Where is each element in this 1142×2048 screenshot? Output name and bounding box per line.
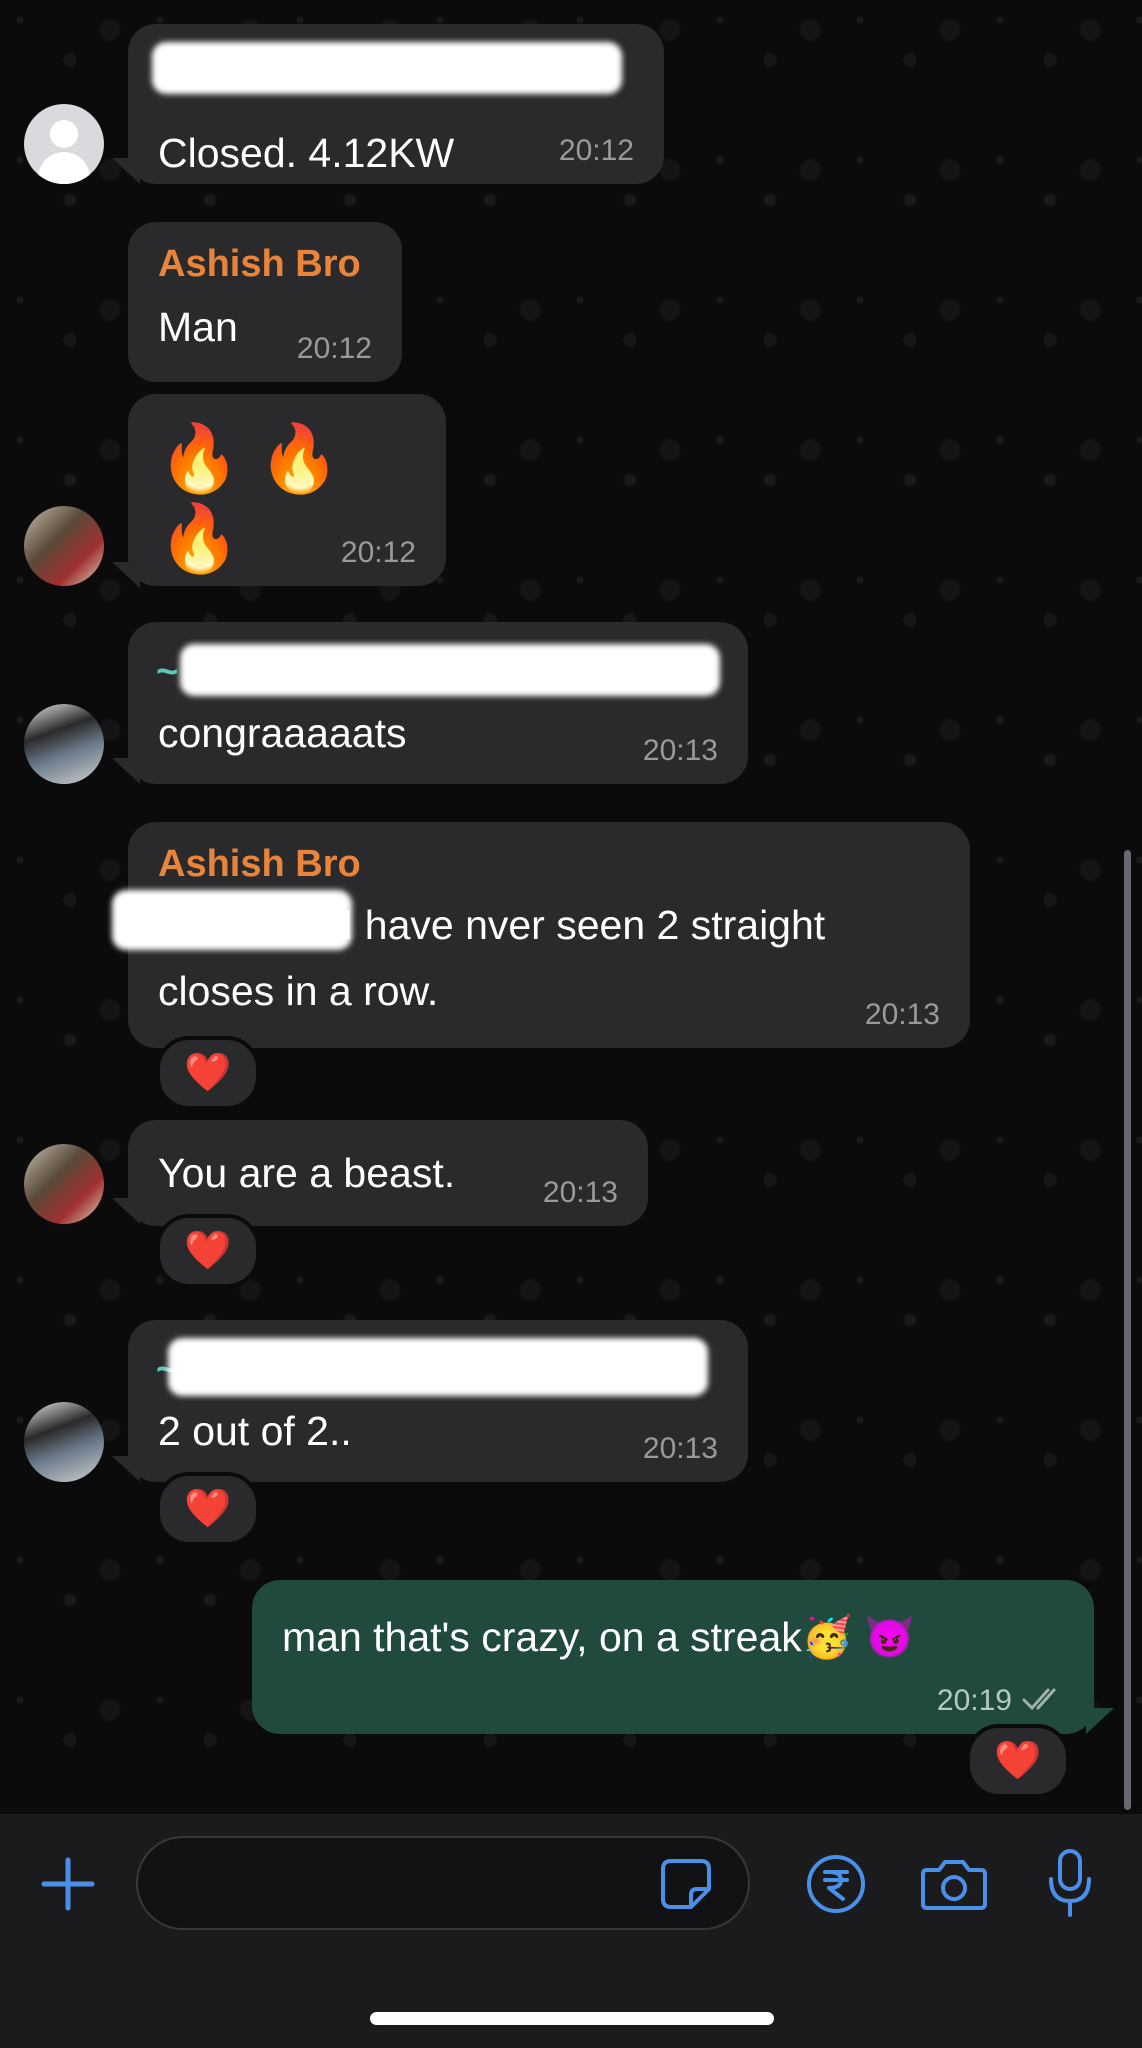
message-meta: 20:19	[937, 1684, 1064, 1718]
message-time: 20:12	[558, 134, 634, 167]
sender-name[interactable]: ~	[156, 648, 178, 696]
message-bubble[interactable]: ~ 2 out of 2.. 20:13	[128, 1320, 748, 1482]
avatar[interactable]	[24, 1402, 104, 1482]
avatar[interactable]	[24, 1144, 104, 1224]
heart-reaction[interactable]: ❤️	[156, 1214, 260, 1288]
outgoing-message-bubble[interactable]: man that's crazy, on a streak🥳 😈 20:19	[252, 1580, 1094, 1734]
chat-area[interactable]: Closed. 4.12KW 20:12 Ashish Bro Man 20:1…	[0, 0, 1142, 1814]
message-text: Closed. 4.12KW	[158, 130, 455, 176]
message-time: 20:13	[542, 1176, 618, 1209]
avatar[interactable]	[24, 104, 104, 184]
message-text: 2 out of 2..	[158, 1408, 352, 1454]
redacted-text	[112, 890, 352, 950]
message-text: You are a beast.	[158, 1150, 456, 1196]
default-avatar-head	[50, 120, 78, 148]
message-text-line-1: I have nver seen 2 straight	[342, 902, 826, 948]
message-time: 20:12	[340, 536, 416, 569]
message-bubble[interactable]: Ashish Bro I have nver seen 2 straight c…	[112, 822, 970, 1048]
redacted-sender	[180, 644, 720, 696]
sender-name[interactable]: Ashish Bro	[158, 240, 361, 288]
sticker-icon[interactable]	[658, 1856, 714, 1912]
heart-reaction[interactable]: ❤️	[156, 1472, 260, 1546]
message-bubble[interactable]: You are a beast. 20:13	[128, 1120, 648, 1226]
redacted-sender	[152, 42, 622, 94]
message-bubble[interactable]: 🔥🔥🔥 20:12	[128, 394, 446, 586]
message-text: congraaaaats	[158, 710, 407, 756]
heart-reaction[interactable]: ❤️	[156, 1036, 260, 1110]
message-time: 20:19	[936, 1684, 1012, 1717]
camera-icon[interactable]	[918, 1852, 990, 1916]
double-check-icon	[1022, 1686, 1064, 1717]
message-time: 20:13	[642, 1432, 718, 1465]
message-input[interactable]	[136, 1836, 750, 1930]
message-time: 20:13	[642, 734, 718, 767]
message-time: 20:12	[296, 332, 372, 365]
sender-name[interactable]: Ashish Bro	[158, 840, 361, 888]
heart-reaction[interactable]: ❤️	[966, 1724, 1070, 1798]
message-bubble[interactable]: Ashish Bro Man 20:12	[128, 222, 402, 382]
redacted-sender	[168, 1338, 708, 1396]
rupee-payment-icon[interactable]	[804, 1852, 868, 1916]
message-text: Man	[158, 304, 238, 350]
avatar[interactable]	[24, 704, 104, 784]
bubble-tail	[1086, 1708, 1114, 1734]
microphone-icon[interactable]	[1040, 1846, 1100, 1922]
home-indicator	[370, 2012, 774, 2025]
message-bubble[interactable]: Closed. 4.12KW 20:12	[128, 24, 664, 184]
message-text-line-2: closes in a row.	[158, 968, 439, 1014]
avatar[interactable]	[24, 506, 104, 586]
plus-icon[interactable]	[36, 1852, 100, 1916]
input-bar	[0, 1814, 1142, 2048]
message-bubble[interactable]: ~ congraaaaats 20:13	[128, 622, 748, 784]
message-text: man that's crazy, on a streak🥳 😈	[282, 1614, 916, 1660]
scrollbar[interactable]	[1124, 850, 1131, 1810]
default-avatar-body	[38, 152, 90, 184]
message-time: 20:13	[864, 998, 940, 1031]
